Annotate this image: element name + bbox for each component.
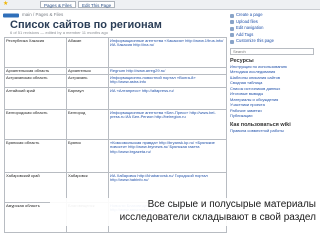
sites-cell[interactable]: ИА «Алтапресс» http://altapress.ru/: [108, 87, 227, 110]
region-cell: Республика Хакасия: [4, 37, 67, 68]
new-page-icon: [230, 13, 234, 18]
city-cell: Брянск: [66, 139, 109, 173]
tab-edit-page[interactable]: Edit This Page: [78, 1, 116, 8]
sites-cell[interactable]: «Комсомольская правда» http://bryansk.kp…: [108, 139, 227, 173]
table-row: Брянская область Брянск «Комсомольская п…: [4, 139, 227, 173]
star-icon[interactable]: ★: [3, 1, 8, 8]
add-tags-label: Add Tags: [236, 31, 254, 37]
table-row: Белгородская область Белгород Информацио…: [4, 109, 227, 140]
region-cell: Архангельская область: [4, 67, 67, 75]
region-cell: Брянская область: [4, 139, 67, 173]
city-cell: Белгород: [66, 109, 109, 140]
table-row: Республика Хакасия Абакан Информационные…: [4, 37, 227, 68]
city-cell: Абакан: [66, 37, 109, 68]
upload-files-label: Upload files: [236, 18, 258, 24]
navigation-icon: [230, 26, 234, 31]
city-cell: Астрахань: [66, 74, 109, 88]
revision-info: 6 of 51 revisions — edited by a member 1…: [10, 30, 108, 35]
customize-page-label: Customize this page: [236, 38, 274, 43]
tab-pages-files[interactable]: Pages & Files: [40, 1, 76, 8]
caption-line-2: исследователи складывают в свой раздел: [119, 211, 316, 223]
region-cell: Астраханская область: [4, 74, 67, 88]
sites-cell[interactable]: Regnum http://www.arreg29.ru/: [108, 67, 227, 75]
sites-cell[interactable]: Информационные агентства «Бел-Пресс» htt…: [108, 109, 227, 140]
region-cell: Алтайский край: [4, 87, 67, 110]
customize-page-button[interactable]: Customize this page: [229, 38, 318, 45]
wiki-logo[interactable]: [3, 13, 19, 18]
search-input[interactable]: [230, 47, 314, 55]
sites-cell[interactable]: Информационные агентства «Хакасия» http:…: [108, 37, 227, 68]
table-row: Астраханская область Астрахань Информаци…: [4, 74, 227, 88]
table-row: Архангельская область Архангельск Regnum…: [4, 67, 227, 75]
sites-cell[interactable]: Информационно-новостной портал «Волга-8»…: [108, 74, 227, 88]
slide-caption: Все сырые и полусырые материалы исследов…: [50, 198, 318, 226]
wiki-topbar: ★ Pages & Files Edit This Page: [0, 0, 320, 10]
resource-link[interactable]: Публикации: [229, 113, 318, 119]
settings-icon: [230, 39, 234, 44]
edit-navigation-label: Edit navigation: [236, 25, 264, 30]
upload-icon: [230, 20, 234, 24]
tag-icon: [230, 33, 234, 37]
city-cell: Барнаул: [66, 87, 109, 110]
help-link[interactable]: Правила совместной работы: [229, 128, 318, 134]
breadcrumb[interactable]: main / Pages & Files: [22, 12, 63, 17]
caption-line-1: Все сырые и полусырые материалы: [147, 199, 316, 210]
region-cell: Белгородская область: [4, 109, 67, 140]
city-cell: Архангельск: [66, 67, 109, 75]
table-row: Алтайский край Барнаул ИА «Алтапресс» ht…: [4, 87, 227, 110]
create-page-label: Create a page: [236, 12, 263, 17]
sidebar: Create a page Upload files Edit navigati…: [229, 12, 318, 133]
